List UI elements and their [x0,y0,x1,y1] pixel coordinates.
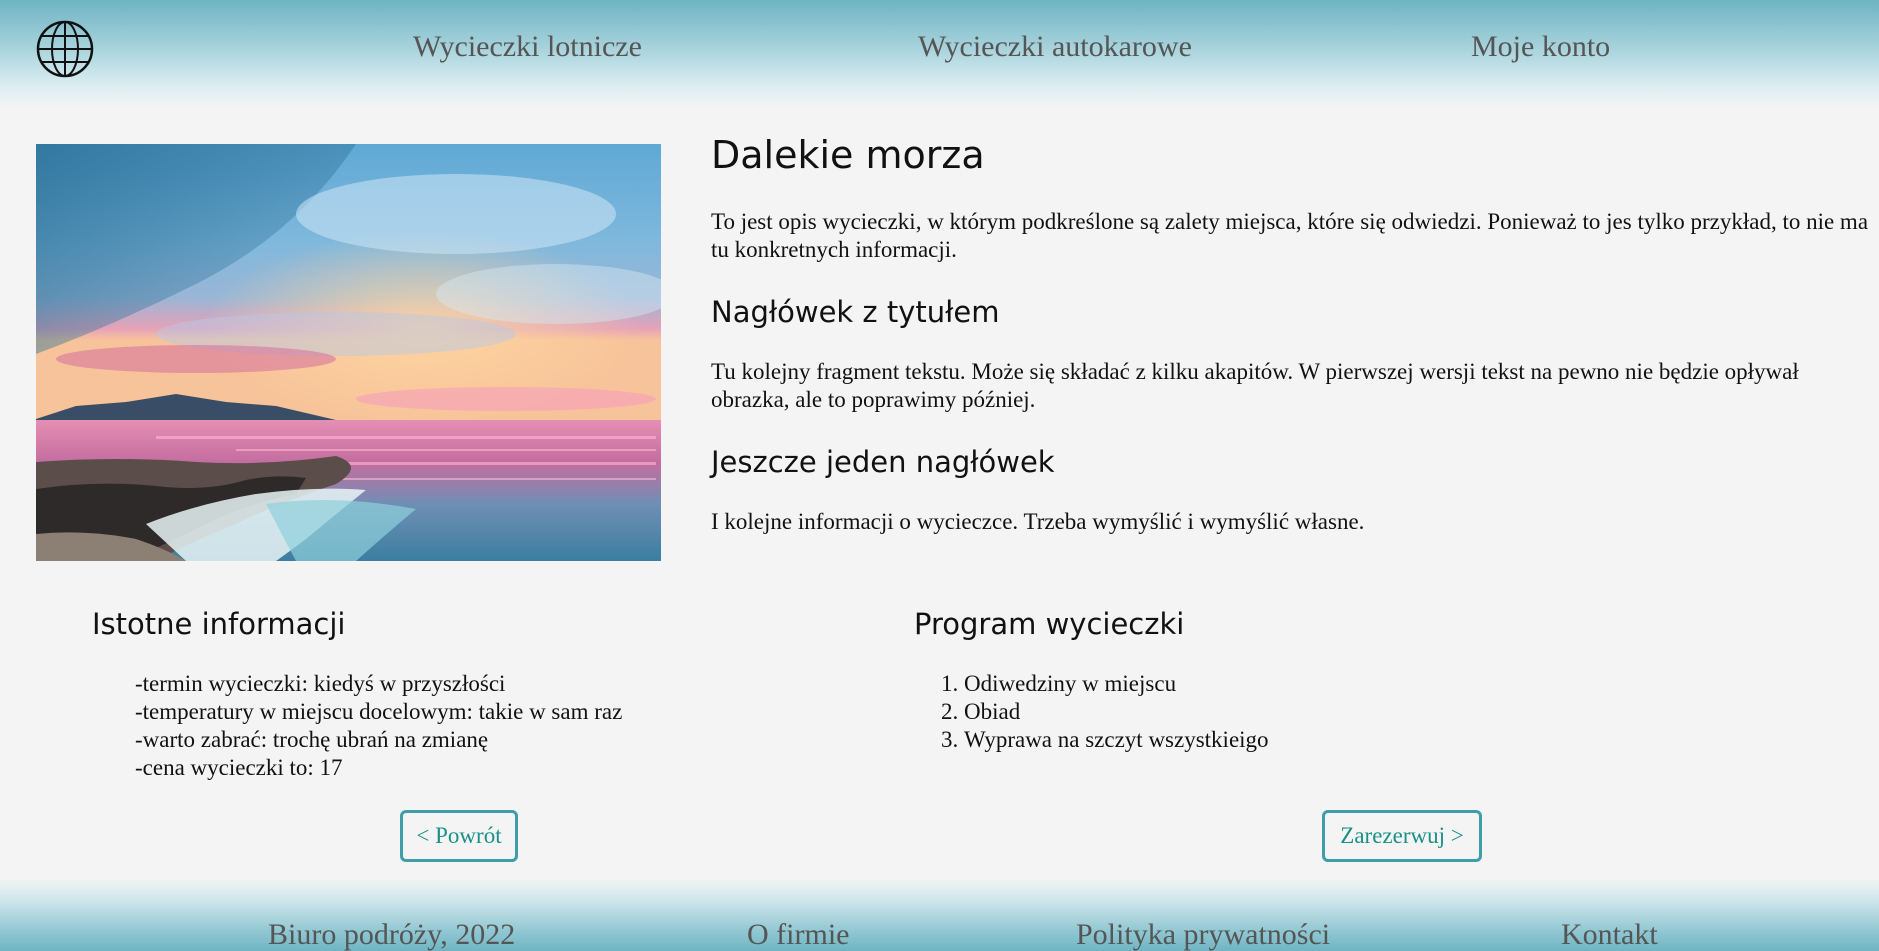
list-item: Odiwedziny w miejscu [964,670,1269,698]
trip-photo [36,144,661,561]
back-button[interactable]: < Powrót [400,810,518,862]
reserve-button[interactable]: Zarezerwuj > [1322,810,1482,862]
list-item: -cena wycieczki to: 17 [135,755,343,780]
list-item: Obiad [964,698,1269,726]
section-text: Tu kolejny fragment tekstu. Może się skł… [711,359,1799,412]
footer-copyright: Biuro podróży, 2022 [268,918,516,951]
trip-program: Program wycieczki Odiwedziny w miejscu O… [914,606,1269,754]
page-title: Dalekie morza [711,133,985,177]
program-heading: Program wycieczki [914,607,1185,641]
article: Dalekie morza To jest opis wycieczki, w … [711,132,1871,536]
footer-about-link[interactable]: O firmie [747,918,849,951]
important-info: Istotne informacji -termin wycieczki: ki… [92,606,622,782]
section-heading: Nagłówek z tytułem [711,295,1000,329]
program-list: Odiwedziny w miejscu Obiad Wyprawa na sz… [914,670,1269,754]
nav-my-account[interactable]: Moje konto [1471,30,1610,64]
info-heading: Istotne informacji [92,607,346,641]
globe-icon[interactable] [36,20,94,78]
info-list: -termin wycieczki: kiedyś w przyszłości … [92,670,622,782]
footer-contact-link[interactable]: Kontakt [1561,918,1658,951]
nav-bus-trips[interactable]: Wycieczki autokarowe [918,30,1192,64]
list-item: -temperatury w miejscu docelowym: takie … [135,699,623,724]
nav-air-trips[interactable]: Wycieczki lotnicze [413,30,642,64]
section-text: I kolejne informacji o wycieczce. Trzeba… [711,509,1365,534]
sunset-sea-photo [36,144,661,561]
list-item: -warto zabrać: trochę ubrań na zmianę [135,727,489,752]
section-heading: Jeszcze jeden nagłówek [711,445,1055,479]
article-intro: To jest opis wycieczki, w którym podkreś… [711,209,1869,262]
site-header: Wycieczki lotnicze Wycieczki autokarowe … [0,0,1879,108]
list-item: -termin wycieczki: kiedyś w przyszłości [135,671,506,696]
footer-privacy-link[interactable]: Polityka prywatności [1076,918,1330,951]
list-item: Wyprawa na szczyt wszystkieigo [964,726,1269,754]
